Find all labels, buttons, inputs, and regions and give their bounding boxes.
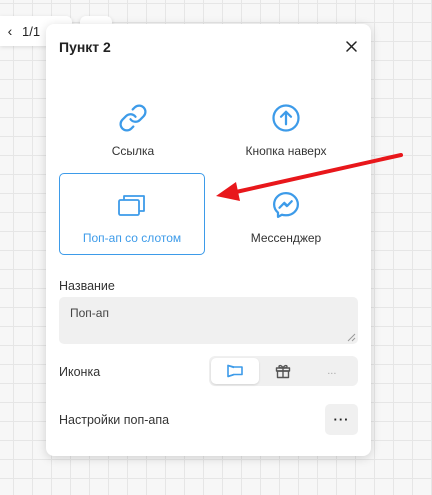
gift-icon [276,364,291,379]
page-counter: 1/1 [22,23,41,39]
arrow-up-circle-icon [272,104,300,132]
icon-option-gift[interactable] [259,358,307,384]
item-settings-panel: Пункт 2 Ссылка Кнопка наверх Поп-ап со с… [46,24,371,456]
option-popup-slot[interactable]: Поп-ап со слотом [59,173,205,255]
resize-grip-icon[interactable] [347,333,356,342]
close-button[interactable] [341,36,361,56]
icon-selector: ... [209,356,358,386]
megaphone-icon [227,364,243,378]
panel-title: Пункт 2 [59,39,111,55]
link-icon [119,104,147,132]
icon-option-megaphone[interactable] [211,358,260,384]
chevron-left-icon[interactable]: ‹ [0,23,20,39]
popup-settings-label: Настройки поп-апа [59,413,170,427]
messenger-icon [273,192,299,218]
icon-label: Иконка [59,365,101,379]
option-label: Кнопка наверх [245,144,327,158]
option-label: Поп-ап со слотом [82,231,182,245]
option-link[interactable]: Ссылка [60,86,206,168]
popup-settings-button[interactable]: ··· [325,404,358,435]
option-label: Мессенджер [250,231,322,245]
icon-option-more[interactable]: ... [308,358,356,384]
option-messenger[interactable]: Мессенджер [213,173,359,255]
name-input[interactable]: Поп-ап [59,297,358,344]
popup-window-icon [118,195,145,216]
name-label: Название [59,279,115,293]
option-scroll-top[interactable]: Кнопка наверх [213,86,359,168]
option-label: Ссылка [111,144,155,158]
close-icon [345,40,357,52]
